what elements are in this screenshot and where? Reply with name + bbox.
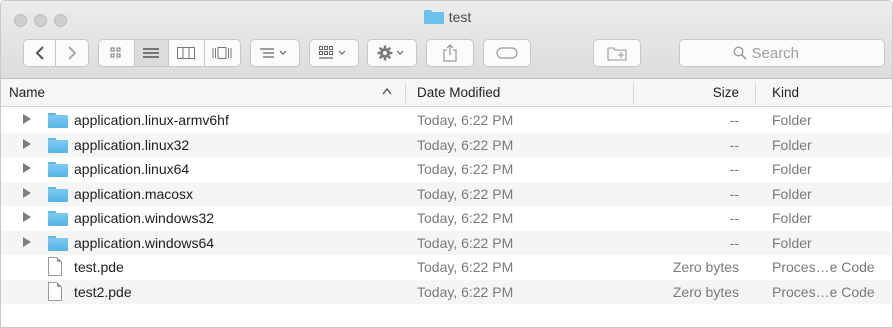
folder-icon: [48, 186, 68, 202]
group-icon: [319, 46, 346, 59]
arrange-button[interactable]: [250, 39, 300, 67]
chevron-right-icon: [68, 46, 77, 60]
column-kind-header[interactable]: Kind: [772, 85, 799, 100]
item-size: Zero bytes: [672, 283, 739, 300]
column-header: Name Date Modified Size Kind: [1, 79, 892, 107]
item-kind: Folder: [772, 210, 812, 226]
list-view-button[interactable]: [134, 40, 170, 66]
forward-button[interactable]: [56, 40, 88, 66]
column-size-header[interactable]: Size: [713, 85, 739, 100]
item-kind: Folder: [772, 112, 812, 128]
item-date: Today, 6:22 PM: [417, 234, 514, 251]
column-divider[interactable]: [755, 83, 756, 103]
item-kind: Proces…e Code: [772, 283, 875, 300]
window-title: test: [1, 9, 892, 25]
disclosure-triangle-icon[interactable]: [23, 187, 31, 198]
item-kind: Folder: [772, 234, 812, 251]
folder-icon: [48, 113, 68, 128]
item-name: application.windows32: [74, 210, 215, 226]
cover-flow-icon: [212, 47, 232, 59]
item-name: application.windows64: [74, 234, 215, 251]
item-date: Today, 6:22 PM: [417, 259, 514, 275]
share-icon: [443, 44, 457, 62]
new-folder-icon: [607, 46, 627, 61]
file-list: application.linux-armv6hf Today, 6:22 PM…: [1, 108, 892, 304]
folder-icon: [48, 235, 68, 251]
item-date: Today, 6:22 PM: [417, 112, 514, 128]
item-name: application.linux32: [74, 136, 190, 153]
list-item[interactable]: application.linux32 Today, 6:22 PM -- Fo…: [1, 132, 892, 157]
document-icon: [48, 281, 62, 301]
column-name-header[interactable]: Name: [9, 85, 45, 100]
disclosure-triangle-icon[interactable]: [23, 114, 31, 124]
item-name: application.linux64: [74, 161, 190, 177]
item-size: Zero bytes: [672, 259, 739, 275]
item-name: application.linux-armv6hf: [74, 112, 229, 128]
new-folder-button[interactable]: [593, 39, 641, 67]
item-date: Today, 6:22 PM: [417, 283, 514, 300]
column-divider[interactable]: [633, 83, 634, 103]
column-view-button[interactable]: [169, 40, 205, 66]
list-view-icon: [143, 48, 160, 58]
item-size: --: [729, 161, 739, 177]
sort-ascending-icon: [382, 86, 392, 98]
disclosure-triangle-icon[interactable]: [23, 236, 31, 247]
search-icon: [732, 46, 747, 60]
list-item[interactable]: test.pde Today, 6:22 PM Zero bytes Proce…: [1, 255, 892, 280]
folder-icon: [48, 137, 68, 153]
disclosure-triangle-icon[interactable]: [23, 138, 31, 149]
item-name: test.pde: [74, 259, 124, 275]
item-size: --: [729, 185, 739, 202]
icon-view-icon: [110, 47, 121, 58]
folder-icon: [423, 10, 444, 24]
view-mode-control: [98, 39, 241, 67]
gear-icon: [377, 45, 404, 61]
document-icon: [48, 257, 62, 276]
item-name: test2.pde: [74, 283, 132, 300]
item-date: Today, 6:22 PM: [417, 136, 514, 153]
title-bar: test: [1, 1, 892, 79]
list-item[interactable]: application.linux64 Today, 6:22 PM -- Fo…: [1, 157, 892, 182]
search-input[interactable]: [751, 44, 832, 62]
icon-view-button[interactable]: [99, 40, 135, 66]
disclosure-triangle-icon[interactable]: [23, 163, 31, 173]
column-view-icon: [177, 47, 196, 59]
item-size: --: [729, 234, 739, 251]
disclosure-triangle-icon[interactable]: [23, 212, 31, 222]
group-button[interactable]: [309, 39, 359, 67]
list-item[interactable]: test2.pde Today, 6:22 PM Zero bytes Proc…: [1, 279, 892, 304]
chevron-left-icon: [35, 46, 44, 60]
share-button[interactable]: [426, 39, 474, 67]
item-size: --: [729, 136, 739, 153]
column-divider[interactable]: [405, 83, 406, 103]
cover-flow-button[interactable]: [205, 40, 240, 66]
action-button[interactable]: [367, 39, 417, 67]
item-date: Today, 6:22 PM: [417, 161, 514, 177]
nav-buttons: [23, 39, 89, 67]
item-kind: Folder: [772, 136, 812, 153]
column-date-header[interactable]: Date Modified: [417, 85, 500, 100]
finder-window: test Search Name Date Modified Size Kind…: [0, 0, 893, 328]
list-item[interactable]: application.macosx Today, 6:22 PM -- Fol…: [1, 181, 892, 206]
list-item[interactable]: application.windows32 Today, 6:22 PM -- …: [1, 206, 892, 231]
item-kind: Proces…e Code: [772, 259, 875, 275]
search-field[interactable]: [679, 39, 885, 67]
item-name: application.macosx: [74, 185, 194, 202]
tags-button[interactable]: [483, 39, 531, 67]
item-kind: Folder: [772, 185, 812, 202]
folder-icon: [48, 211, 68, 226]
folder-icon: [48, 162, 68, 177]
item-date: Today, 6:22 PM: [417, 210, 514, 226]
item-size: --: [729, 112, 739, 128]
item-size: --: [729, 210, 739, 226]
list-item[interactable]: application.linux-armv6hf Today, 6:22 PM…: [1, 108, 892, 133]
tag-icon: [496, 47, 518, 59]
list-item[interactable]: application.windows64 Today, 6:22 PM -- …: [1, 230, 892, 255]
window-title-text: test: [448, 9, 472, 25]
item-kind: Folder: [772, 161, 812, 177]
back-button[interactable]: [24, 40, 57, 66]
arrange-icon: [260, 48, 287, 58]
item-date: Today, 6:22 PM: [417, 185, 514, 202]
